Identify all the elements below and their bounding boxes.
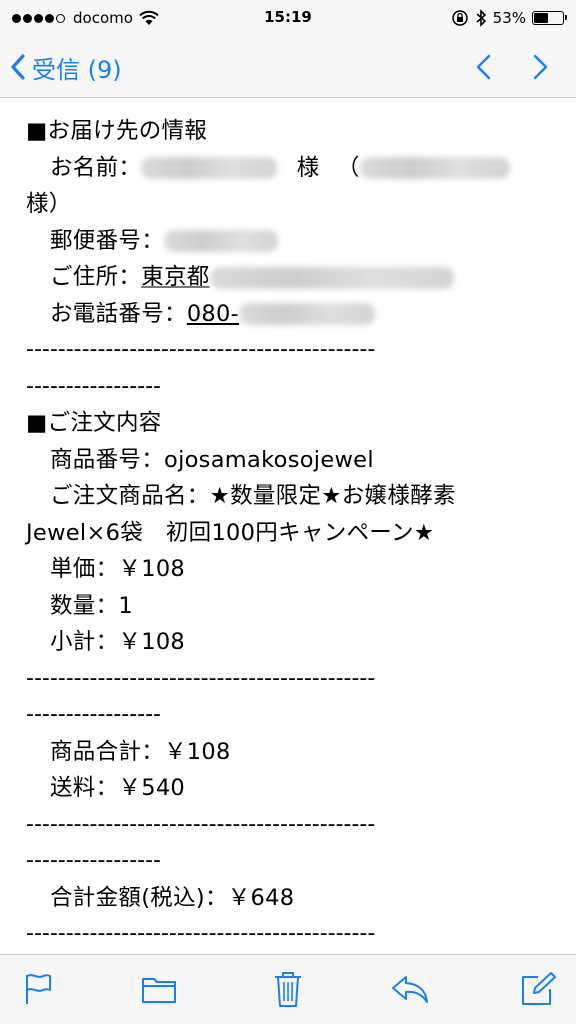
redacted-name-kana (359, 157, 510, 179)
product-name-wrap: Jewel×6袋 初回100円キャンペーン★ (26, 519, 435, 546)
move-to-folder-button[interactable] (139, 969, 179, 1009)
flag-icon (26, 974, 51, 1004)
shipping-line: 送料：￥540 (50, 775, 186, 801)
compose-icon (522, 972, 556, 1005)
phone-value[interactable]: 080- (187, 301, 239, 327)
phone-label: お電話番号： (50, 300, 187, 327)
name-paren-open: （ (336, 154, 360, 181)
address-line: ご住所：東京都 (26, 259, 576, 296)
product-code-line: 商品番号：ojosamakosojewel (50, 446, 374, 473)
grand-total-line: 合計金額(税込)：￥648 (50, 884, 295, 911)
message-nav-arrows (442, 50, 558, 84)
battery-icon (532, 11, 567, 25)
folder-icon (142, 978, 176, 1003)
separator: ----------------------------------------… (26, 921, 376, 946)
separator: ----------------- (26, 702, 161, 727)
chevron-left-icon (11, 54, 25, 80)
back-label: 受信 (9) (32, 55, 122, 84)
orientation-lock-icon (451, 10, 468, 26)
chevron-up-icon (476, 54, 491, 80)
recipient-name-wrap: 様） (26, 191, 72, 217)
battery-fill (534, 13, 548, 23)
status-right: 53% (451, 8, 567, 28)
separator: ----------------------------------------… (26, 811, 376, 837)
name-honorific: 様 (296, 154, 320, 181)
redacted-postal-code[interactable] (164, 230, 279, 252)
phone-line: お電話番号：080- (26, 296, 576, 333)
address-value[interactable]: 東京都 (141, 264, 209, 290)
product-name-line: ご注文商品名：★数量限定★お嬢様酵素 (50, 483, 456, 509)
bottom-toolbar (0, 954, 576, 1024)
recipient-name-line: お名前： 様 （ (26, 150, 576, 187)
redacted-name (141, 157, 278, 179)
battery-percent: 53% (492, 9, 526, 27)
items-total-line: 商品合計：￥108 (50, 738, 231, 765)
bluetooth-icon (476, 9, 486, 27)
nav-bar: 受信 (9) (0, 36, 576, 98)
delivery-info-heading: ■お届け先の情報 (26, 118, 208, 144)
flag-button[interactable] (18, 969, 58, 1009)
separator: ----------------- (26, 848, 161, 873)
address-label: ご住所： (50, 264, 142, 290)
email-body: ■お届け先の情報 お名前： 様 （ 様） 郵便番号： ご住所：東京都 お電話番号… (0, 99, 576, 954)
trash-icon (275, 972, 301, 1007)
reply-button[interactable] (390, 969, 430, 1009)
next-message-button[interactable] (524, 50, 558, 84)
postal-code-line: 郵便番号： (26, 223, 576, 260)
subtotal-line: 小計：￥108 (50, 629, 186, 655)
order-details-heading: ■ご注文内容 (26, 410, 162, 436)
compose-button[interactable] (518, 969, 558, 1009)
reply-icon (392, 976, 428, 1003)
separator: ----------------------------------------… (26, 665, 376, 691)
quantity-line: 数量：1 (50, 592, 134, 619)
previous-message-button[interactable] (466, 50, 500, 84)
separator: ----------------- (26, 373, 161, 399)
chevron-down-icon (533, 54, 548, 80)
unit-price-line: 単価：￥108 (50, 556, 186, 582)
redacted-phone[interactable] (239, 303, 376, 325)
status-bar: docomo 15:19 53% (0, 0, 576, 36)
name-label: お名前： (50, 154, 142, 181)
postal-label: 郵便番号： (50, 227, 165, 254)
trash-button[interactable] (268, 969, 308, 1009)
separator: ----------------------------------------… (26, 337, 376, 362)
redacted-address[interactable] (209, 266, 454, 289)
back-to-inbox-button[interactable]: 受信 (9) (10, 50, 122, 84)
